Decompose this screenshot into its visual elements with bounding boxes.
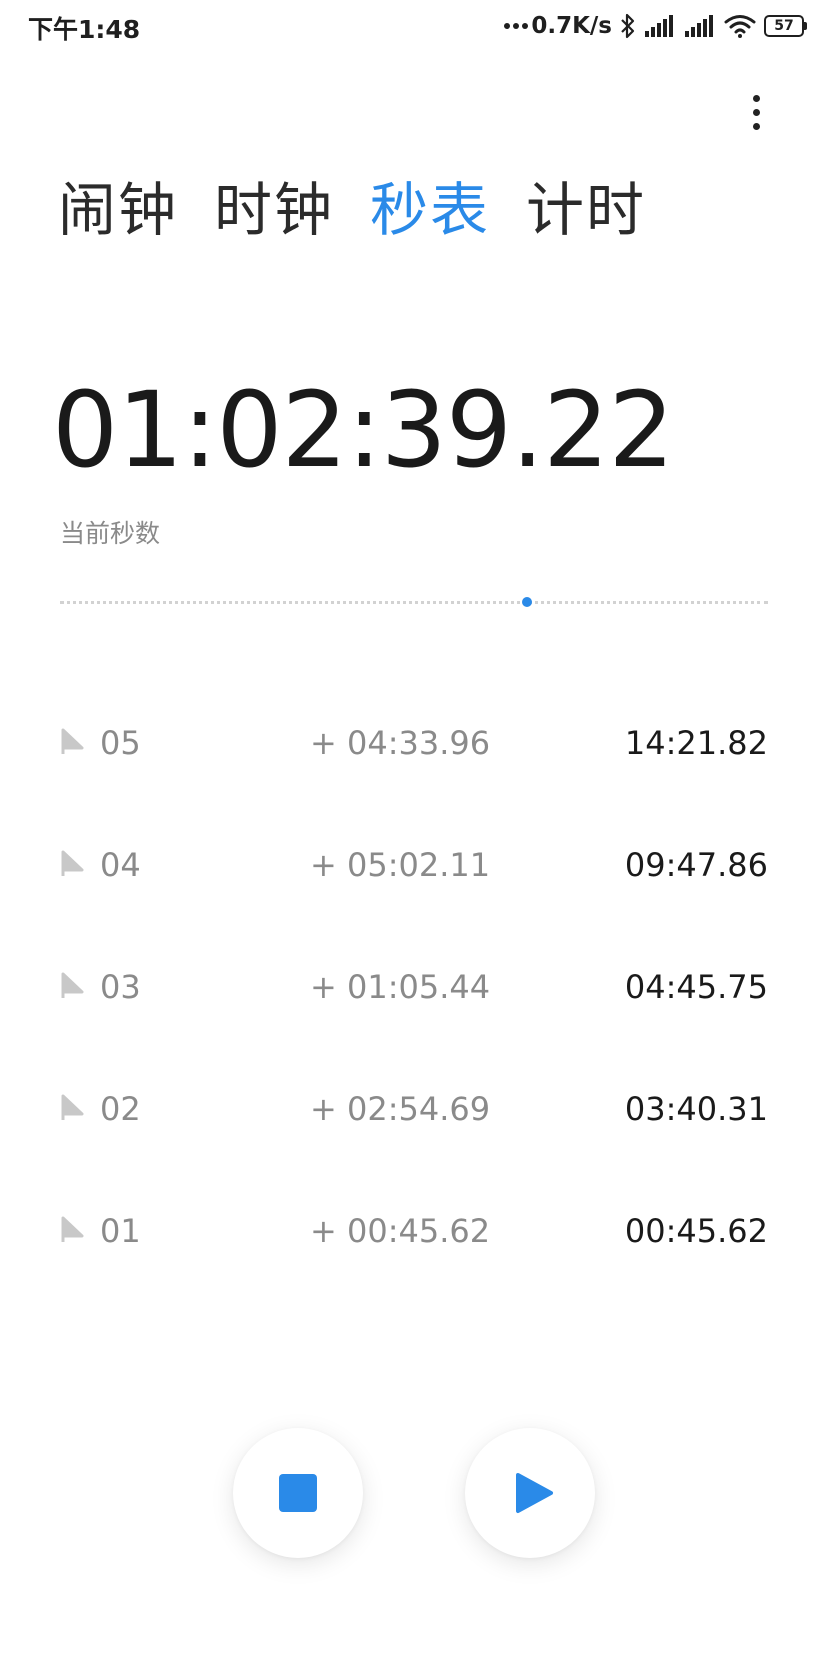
lap-row: 04 + 05:02.11 09:47.86 xyxy=(0,806,828,928)
tab-alarm[interactable]: 闹钟 xyxy=(58,178,178,242)
lap-split: + 04:33.96 xyxy=(310,724,491,762)
battery-icon: 57 xyxy=(764,15,807,37)
lap-split: + 01:05.44 xyxy=(310,968,491,1006)
play-button[interactable] xyxy=(465,1428,595,1558)
lap-split: + 05:02.11 xyxy=(310,846,491,884)
tab-bar: 闹钟 时钟 秒表 计时 xyxy=(58,178,646,242)
lap-total: 04:45.75 xyxy=(624,968,768,1006)
flag-icon xyxy=(61,972,84,998)
wifi-icon xyxy=(724,15,756,38)
lap-index: 04 xyxy=(100,846,141,884)
more-options-button[interactable] xyxy=(736,88,776,136)
tab-clock[interactable]: 时钟 xyxy=(214,178,334,242)
signal-icon xyxy=(645,15,673,37)
play-icon xyxy=(516,1473,553,1513)
flag-icon xyxy=(61,1216,84,1242)
lap-index: 01 xyxy=(100,1212,141,1250)
tab-stopwatch[interactable]: 秒表 xyxy=(370,178,490,242)
lap-split: + 00:45.62 xyxy=(310,1212,491,1250)
lap-total: 00:45.62 xyxy=(624,1212,768,1250)
stop-icon xyxy=(279,1474,317,1512)
bluetooth-icon xyxy=(621,13,635,39)
status-icons: 0.7K/s 57 xyxy=(504,10,807,42)
lap-row: 05 + 04:33.96 14:21.82 xyxy=(0,684,828,806)
seconds-progress-track xyxy=(60,596,768,608)
lap-index: 05 xyxy=(100,724,141,762)
flag-icon xyxy=(61,850,84,876)
tab-timer[interactable]: 计时 xyxy=(526,178,646,242)
network-speed: 0.7K/s xyxy=(504,13,612,39)
more-notifications-icon xyxy=(504,23,529,29)
stopwatch-label: 当前秒数 xyxy=(60,519,161,548)
lap-row: 02 + 02:54.69 03:40.31 xyxy=(0,1050,828,1172)
more-vertical-icon xyxy=(752,94,760,102)
lap-row: 01 + 00:45.62 00:45.62 xyxy=(0,1172,828,1294)
signal-icon-2 xyxy=(685,15,713,37)
lap-total: 03:40.31 xyxy=(624,1090,768,1128)
lap-total: 14:21.82 xyxy=(624,724,768,762)
status-time: 下午1:48 xyxy=(28,15,141,44)
lap-index: 03 xyxy=(100,968,141,1006)
lap-list: 05 + 04:33.96 14:21.82 04 + 05:02.11 09:… xyxy=(0,684,828,1294)
network-speed-text: 0.7K/s xyxy=(531,13,612,39)
progress-track-line xyxy=(60,601,768,604)
lap-total: 09:47.86 xyxy=(624,846,768,884)
lap-split: + 02:54.69 xyxy=(310,1090,491,1128)
progress-indicator xyxy=(522,597,533,607)
flag-icon xyxy=(61,1094,84,1120)
stop-button[interactable] xyxy=(233,1428,363,1558)
status-bar: 下午1:48 0.7K/s 57 xyxy=(0,0,828,52)
stopwatch-time: 01:02:39.22 xyxy=(52,369,674,491)
flag-icon xyxy=(61,728,84,754)
lap-index: 02 xyxy=(100,1090,141,1128)
lap-row: 03 + 01:05.44 04:45.75 xyxy=(0,928,828,1050)
